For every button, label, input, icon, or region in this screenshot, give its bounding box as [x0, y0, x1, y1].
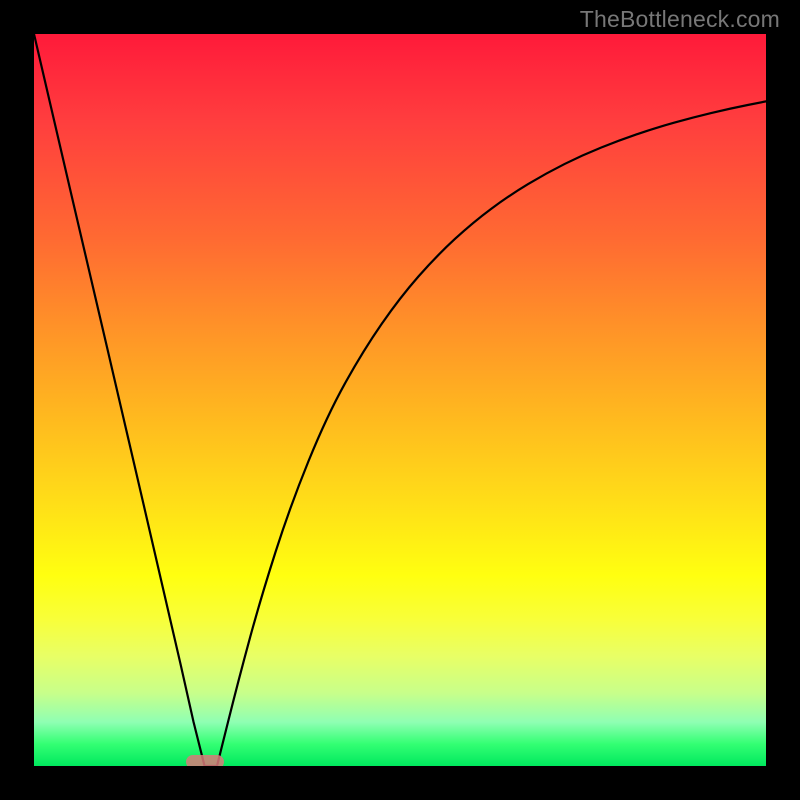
- bottleneck-curve: [34, 34, 766, 766]
- chart-frame: TheBottleneck.com: [0, 0, 800, 800]
- optimal-point-marker: [186, 755, 224, 766]
- watermark-text: TheBottleneck.com: [580, 6, 780, 33]
- plot-area: [34, 34, 766, 766]
